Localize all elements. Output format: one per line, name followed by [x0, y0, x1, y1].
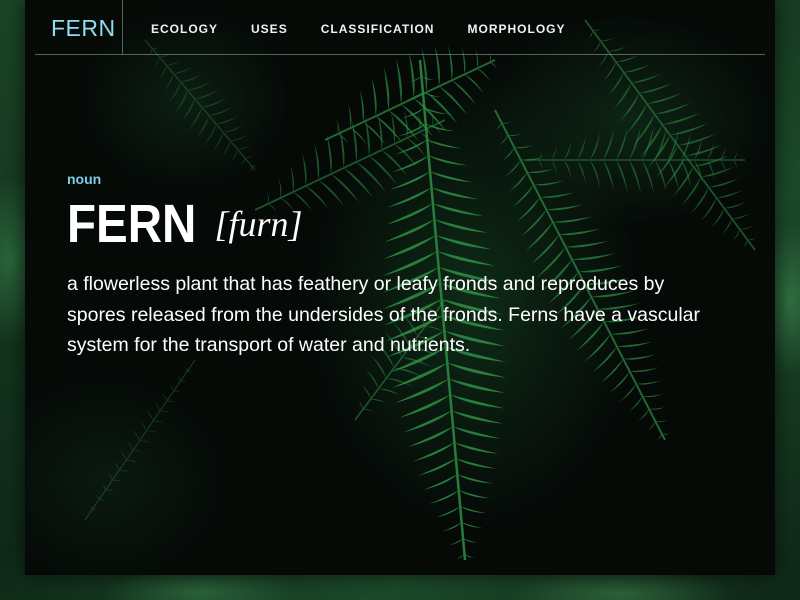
nav-link-uses[interactable]: USES	[251, 22, 288, 36]
nav-link-morphology[interactable]: MORPHOLOGY	[467, 22, 565, 36]
nav-divider	[122, 0, 123, 54]
headword-row: FERN [furn]	[67, 193, 302, 255]
pronunciation: [furn]	[214, 204, 303, 244]
top-navigation: FERN ECOLOGY USES CLASSIFICATION MORPHOL…	[35, 0, 765, 55]
nav-link-ecology[interactable]: ECOLOGY	[151, 22, 218, 36]
nav-link-classification[interactable]: CLASSIFICATION	[321, 22, 435, 36]
nav-links: ECOLOGY USES CLASSIFICATION MORPHOLOGY	[151, 22, 599, 36]
part-of-speech: noun	[67, 171, 102, 187]
definition-text: a flowerless plant that has feathery or …	[67, 273, 700, 356]
fern-card: FERN ECOLOGY USES CLASSIFICATION MORPHOL…	[25, 0, 775, 575]
headword: FERN	[67, 194, 197, 254]
brand-logo-link[interactable]: FERN	[51, 15, 116, 42]
